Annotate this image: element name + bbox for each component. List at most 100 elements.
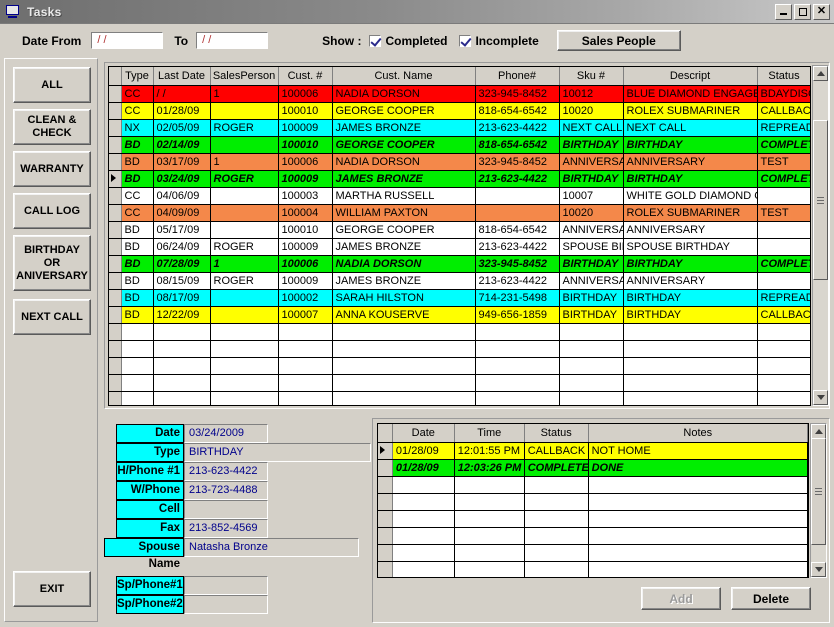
cell-last-date[interactable]: 04/09/09 [153,204,211,222]
row-selector[interactable] [109,340,122,358]
cell-cust[interactable]: 100009 [278,238,333,256]
cell-last-date[interactable]: 08/15/09 [153,272,211,290]
all-button[interactable]: ALL [13,67,91,103]
cell-phone[interactable] [475,204,560,222]
cell-cust-name[interactable] [332,323,476,341]
date-from-input[interactable]: / / [91,32,164,49]
table-row[interactable]: CC / /1 100006 NADIA DORSON 323-945-8452 1001… [109,85,810,103]
table-row[interactable]: BD 08/15/09 ROGER 100009 JAMES BRONZE 213-623… [109,272,810,290]
cell-cust-name[interactable] [332,374,476,392]
cell-cust[interactable]: 100006 [278,255,333,273]
column-header-descript[interactable]: Descript [623,67,758,86]
cell-last-date[interactable]: / / [153,85,211,103]
call-log-button[interactable]: CALL LOG [13,193,91,229]
cell-salesperson[interactable] [210,357,279,375]
date-field[interactable]: 03/24/2009 [184,424,268,443]
row-selector[interactable] [109,255,122,273]
cell-status[interactable]: REPREADY [757,119,810,137]
cell-status[interactable] [757,340,810,358]
table-row[interactable] [109,323,810,341]
cell-salesperson[interactable] [210,187,279,205]
table-row[interactable]: BD 03/24/09 ROGER 100009 JAMES BRONZE 213-623… [109,170,810,188]
cell-descript[interactable]: ROLEX SUBMARINER [623,102,758,120]
cell-cust[interactable]: 100010 [278,221,333,239]
cell-status[interactable] [757,374,810,392]
notes-row-selector[interactable] [378,561,393,577]
notes-grid[interactable]: Date Time Status Notes 01/28/09 12:01:55 PM C… [377,423,809,578]
cell-descript[interactable]: ANNIVERSARY [623,153,758,171]
cell-salesperson[interactable] [210,374,279,392]
cell-cust-name[interactable]: MARTHA RUSSELL [332,187,476,205]
notes-row-selector[interactable] [378,442,393,460]
cell-descript[interactable]: BLUE DIAMOND ENGAGEMENT [623,85,758,103]
notes-cell-time[interactable] [454,561,525,577]
cell-cust[interactable]: 100009 [278,170,333,188]
cell-type[interactable]: BD [121,272,154,290]
cell-cust[interactable] [278,374,333,392]
row-selector[interactable] [109,102,122,120]
cell-last-date[interactable] [153,340,211,358]
cell-sku[interactable]: ANNIVERSARY [559,221,624,239]
cell-salesperson[interactable]: 1 [210,255,279,273]
notes-row-selector[interactable] [378,527,393,545]
notes-column-header-notes[interactable]: Notes [588,424,808,443]
notes-row-selector[interactable] [378,493,393,511]
clean-check-button[interactable]: CLEAN & CHECK [13,109,91,145]
row-selector[interactable] [109,374,122,392]
column-header-status[interactable]: Status [757,67,810,86]
cell-cust[interactable] [278,323,333,341]
cell-cust-name[interactable]: GEORGE COOPER [332,136,476,154]
table-row[interactable]: CC 04/06/09 100003 MARTHA RUSSELL 10007 WHITE… [109,187,810,205]
cell-salesperson[interactable] [210,289,279,307]
tasks-grid[interactable]: Type Last Date SalesPerson Cust. # Cust. Nam… [108,66,811,406]
cell-type[interactable]: BD [121,170,154,188]
cell-last-date[interactable]: 08/17/09 [153,289,211,307]
cell-type[interactable]: BD [121,153,154,171]
table-row[interactable]: BD 08/17/09 100002 SARAH HILSTON 714-231-549… [109,289,810,307]
table-row[interactable]: CC 01/28/09 100010 GEORGE COOPER 818-654-654… [109,102,810,120]
cell-phone[interactable]: 213-623-4422 [475,170,560,188]
cell-type[interactable]: BD [121,221,154,239]
notes-cell-notes[interactable] [588,493,808,511]
next-call-button[interactable]: NEXT CALL [13,299,91,335]
cell-field[interactable] [184,500,268,519]
completed-checkbox[interactable] [369,34,382,47]
cell-last-date[interactable]: 05/17/09 [153,221,211,239]
notes-cell-date[interactable] [392,476,455,494]
scroll-thumb[interactable] [813,120,828,280]
table-row[interactable] [109,340,810,358]
cell-status[interactable]: COMPLETE [757,255,810,273]
cell-status[interactable]: COMPLETE [757,170,810,188]
cell-phone[interactable]: 818-654-6542 [475,102,560,120]
notes-scroll-down-icon[interactable] [811,562,826,577]
notes-cell-time[interactable]: 12:01:55 PM [454,442,525,460]
warranty-button[interactable]: WARRANTY [13,151,91,187]
cell-last-date[interactable]: 01/28/09 [153,102,211,120]
notes-cell-time[interactable] [454,510,525,528]
cell-phone[interactable]: 323-945-8452 [475,255,560,273]
notes-cell-status[interactable] [524,510,589,528]
cell-phone[interactable] [475,340,560,358]
row-selector[interactable] [109,306,122,324]
notes-cell-notes[interactable] [588,561,808,577]
notes-row[interactable] [378,527,808,545]
column-header-salesperson[interactable]: SalesPerson [210,67,279,86]
cell-descript[interactable]: BIRTHDAY [623,136,758,154]
cell-status[interactable] [757,391,810,405]
cell-cust-name[interactable] [332,340,476,358]
cell-salesperson[interactable] [210,391,279,405]
table-row[interactable]: BD 03/17/09 1 100006 NADIA DORSON 323-945-845… [109,153,810,171]
cell-cust-name[interactable]: JAMES BRONZE [332,238,476,256]
cell-salesperson[interactable] [210,323,279,341]
notes-row[interactable]: 01/28/09 12:01:55 PM CALLBACK NOT HOME [378,442,808,460]
cell-phone[interactable] [475,187,560,205]
cell-descript[interactable] [623,340,758,358]
cell-last-date[interactable]: 02/05/09 [153,119,211,137]
cell-sku[interactable]: BIRTHDAY [559,170,624,188]
cell-sku[interactable]: ANNIVERSARY [559,153,624,171]
cell-type[interactable]: BD [121,136,154,154]
row-selector[interactable] [109,357,122,375]
cell-status[interactable] [757,272,810,290]
cell-sku[interactable]: 10012 [559,85,624,103]
cell-sku[interactable]: 10020 [559,102,624,120]
